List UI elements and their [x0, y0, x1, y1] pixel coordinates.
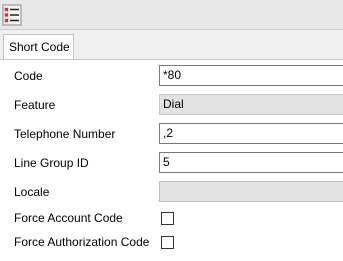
code-label: Code: [14, 69, 43, 83]
line-group-id-input[interactable]: 5: [159, 152, 343, 173]
feature-label: Feature: [14, 98, 56, 112]
locale-select[interactable]: [159, 181, 343, 202]
force-account-code-label: Force Account Code: [14, 211, 123, 225]
line-group-id-label: Line Group ID: [14, 156, 89, 170]
locale-label: Locale: [14, 185, 50, 199]
force-account-code-checkbox[interactable]: [161, 212, 174, 225]
telephone-number-input[interactable]: ,2: [159, 123, 343, 144]
list-checklist-icon[interactable]: [2, 4, 22, 26]
telephone-number-label: Telephone Number: [14, 127, 116, 141]
short-code-form: Code *80 Feature Dial Telephone Number ,…: [0, 59, 343, 261]
tab-short-code[interactable]: Short Code: [3, 34, 74, 61]
toolbar: [0, 0, 343, 30]
force-authorization-code-label: Force Authorization Code: [14, 235, 150, 249]
tab-strip: Short Code: [0, 30, 343, 61]
feature-select[interactable]: Dial: [159, 94, 343, 115]
force-authorization-code-checkbox[interactable]: [161, 236, 174, 249]
code-input[interactable]: *80: [159, 65, 343, 86]
